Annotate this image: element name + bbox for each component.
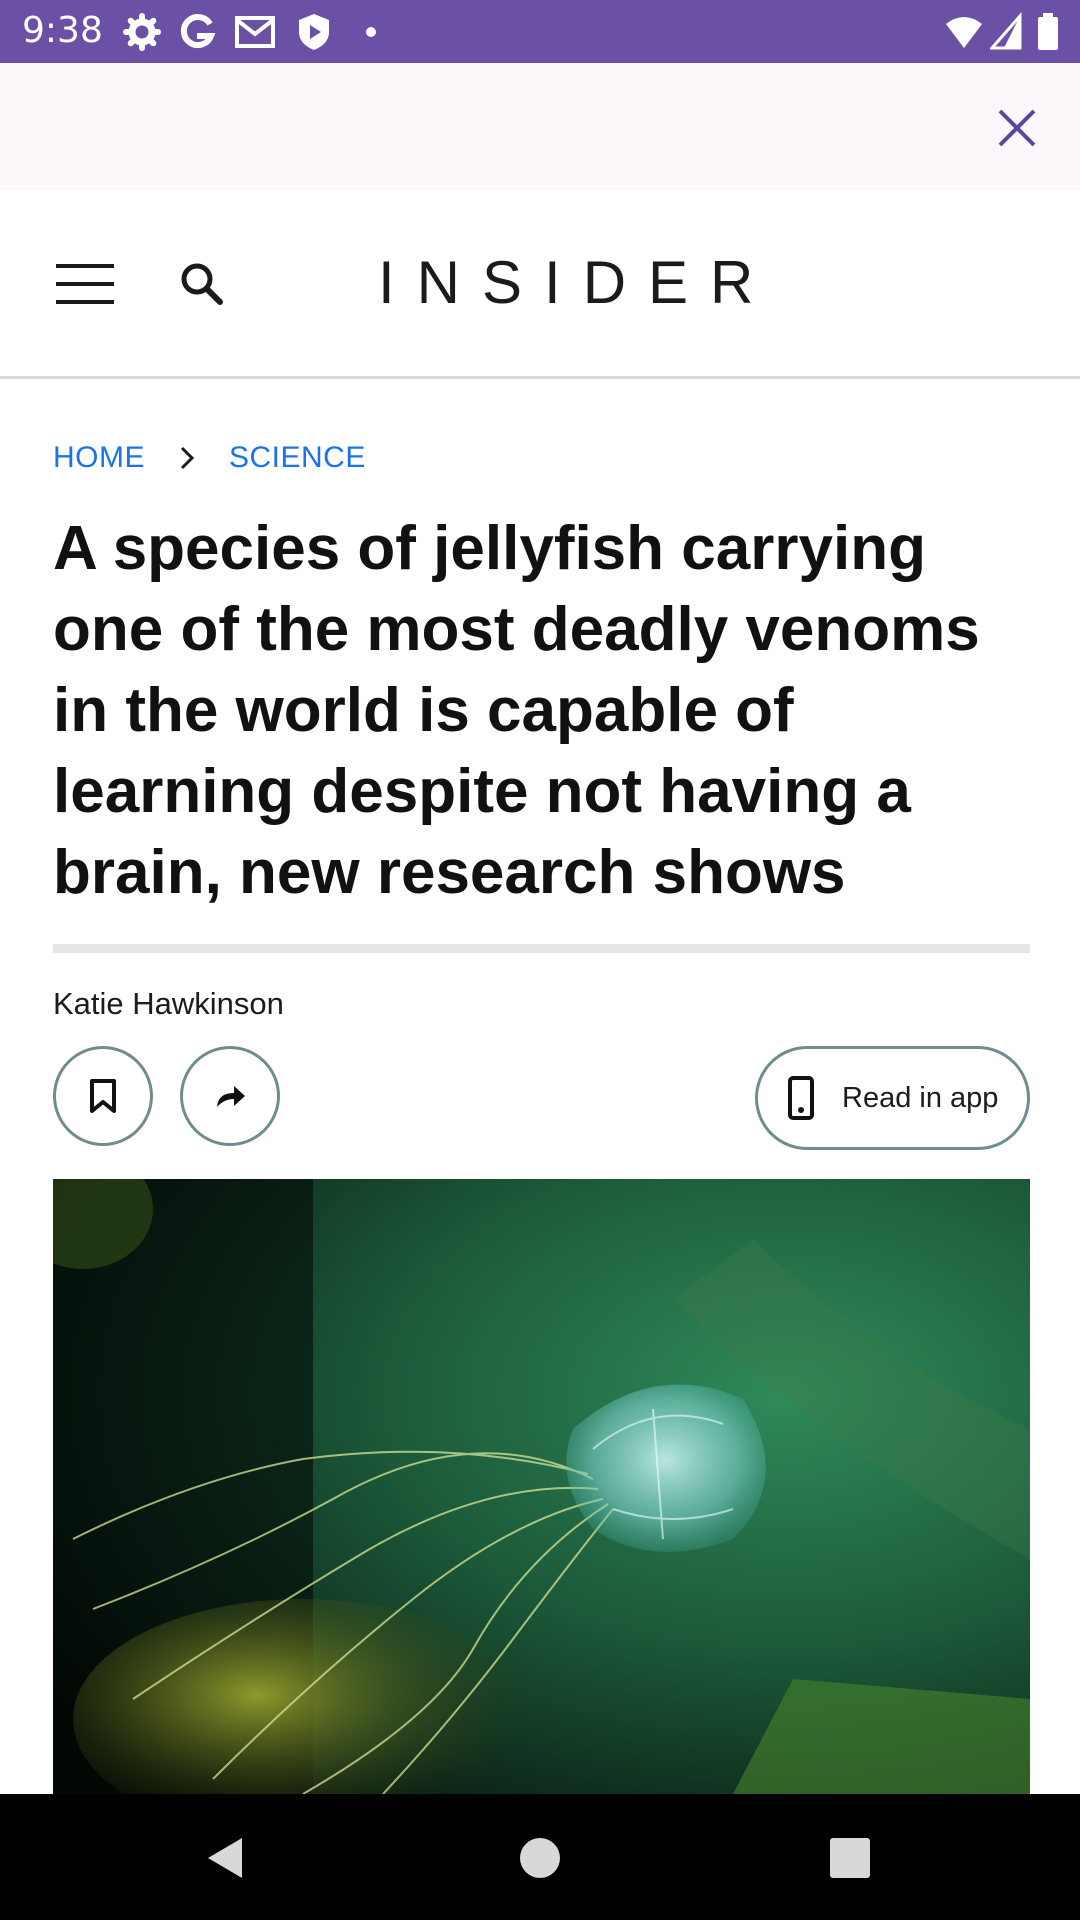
gmail-icon bbox=[235, 16, 275, 48]
share-arrow-icon bbox=[217, 1086, 245, 1107]
headline-divider bbox=[53, 944, 1030, 953]
status-time: 9:38 bbox=[22, 10, 103, 51]
breadcrumb-science-link[interactable]: SCIENCE bbox=[229, 441, 366, 475]
system-nav-bar bbox=[0, 1794, 1080, 1920]
phone-icon bbox=[788, 1076, 814, 1120]
ad-banner bbox=[0, 63, 1080, 190]
hamburger-menu-icon[interactable] bbox=[56, 262, 118, 306]
bookmark-button[interactable] bbox=[53, 1046, 153, 1146]
breadcrumb-home-link[interactable]: HOME bbox=[53, 441, 145, 475]
dot-icon bbox=[366, 27, 376, 37]
site-header: INSIDER bbox=[0, 190, 1080, 379]
google-icon bbox=[180, 14, 216, 48]
article-hero-image[interactable] bbox=[53, 1179, 1030, 1794]
breadcrumb: HOME SCIENCE bbox=[53, 438, 366, 478]
search-icon[interactable] bbox=[178, 260, 226, 308]
settings-icon bbox=[123, 13, 161, 51]
site-logo[interactable]: INSIDER bbox=[378, 248, 775, 318]
article-author[interactable]: Katie Hawkinson bbox=[53, 986, 284, 1022]
chevron-right-icon bbox=[180, 446, 195, 470]
bookmark-icon bbox=[90, 1079, 116, 1113]
close-icon[interactable] bbox=[992, 103, 1042, 153]
signal-icon bbox=[990, 12, 1022, 50]
read-in-app-label: Read in app bbox=[842, 1081, 999, 1114]
battery-icon bbox=[1038, 13, 1058, 50]
read-in-app-button[interactable]: Read in app bbox=[755, 1046, 1030, 1150]
back-triangle-icon[interactable] bbox=[200, 1832, 252, 1884]
jellyfish-photo bbox=[53, 1179, 1030, 1794]
status-bar: 9:38 bbox=[0, 0, 1080, 63]
share-button[interactable] bbox=[180, 1046, 280, 1146]
shield-play-icon bbox=[299, 14, 329, 50]
wifi-icon bbox=[946, 17, 982, 48]
home-circle-icon[interactable] bbox=[514, 1832, 566, 1884]
article-headline: A species of jellyfish carrying one of t… bbox=[53, 514, 980, 907]
recents-square-icon[interactable] bbox=[824, 1832, 876, 1884]
